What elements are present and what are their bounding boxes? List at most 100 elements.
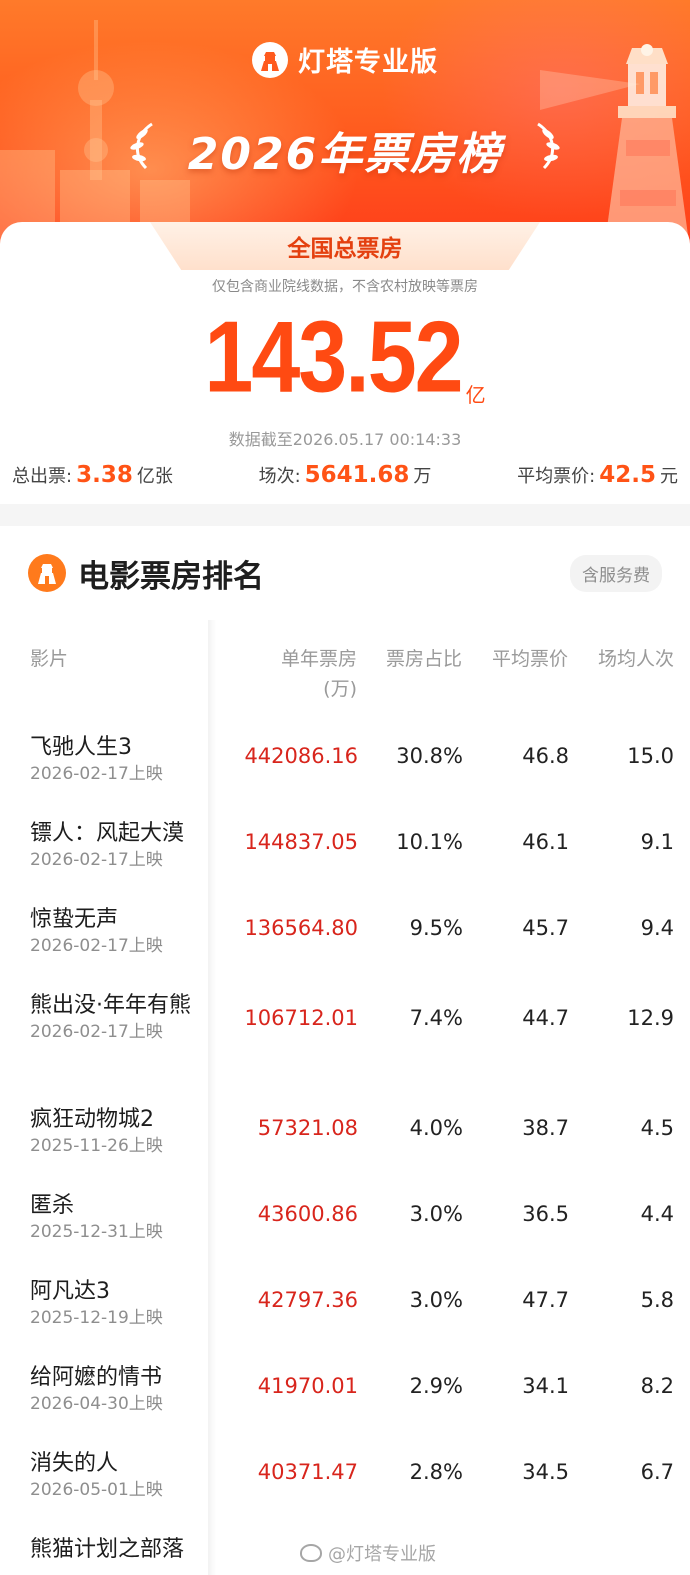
film-name: 疯狂动物城2 [30,1107,154,1132]
avg-price-value: 38.7 [522,1116,569,1140]
share-value: 4.0% [409,1116,463,1140]
table-row[interactable]: 给阿嬷的情书 2026-04-30上映 41970.01 2.9% 34.1 8… [0,1350,690,1436]
avg-price-value: 34.5 [522,1460,569,1484]
release-date: 2026-02-17上映 [30,1022,163,1042]
total-box-office-unit: 亿 [465,383,486,407]
summary-tab: 全国总票房 [150,222,540,270]
film-name: 阿凡达3 [30,1279,110,1304]
summary-tab-label: 全国总票房 [287,236,403,262]
release-date: 2026-04-30上映 [30,1394,163,1414]
table-row[interactable]: 惊蛰无声 2026-02-17上映 136564.80 9.5% 45.7 9.… [0,892,690,978]
column-header-gross-unit: (万) [323,678,357,700]
table-row[interactable]: 熊出没·年年有熊 2026-02-17上映 106712.01 7.4% 44.… [0,978,690,1092]
total-box-office: 143.52 亿 [0,304,690,410]
stat-avg-price-unit: 元 [660,466,678,487]
ranking-header: 电影票房排名 含服务费 [28,546,662,600]
release-date: 2026-02-17上映 [30,936,163,956]
lighthouse-logo-icon [252,41,288,78]
data-timestamp: 数据截至2026.05.17 00:14:33 [228,430,462,449]
avg-attendance-value: 9.4 [640,916,674,940]
column-header-avg-price[interactable]: 平均票价 [492,644,568,671]
gross-value: 42797.36 [257,1288,358,1312]
avg-attendance-value: 9.1 [640,830,674,854]
column-header-share[interactable]: 票房占比 [386,644,462,671]
share-value: 3.0% [409,1202,463,1226]
table-row[interactable]: 匿杀 2025-12-31上映 43600.86 3.0% 36.5 4.4 [0,1178,690,1264]
film-cell: 熊出没·年年有熊 2026-02-17上映 [30,992,210,1044]
table-header: 影片 单年票房 (万) 票房占比 平均票价 场均人次 [0,640,690,700]
avg-price-value: 36.5 [522,1202,569,1226]
release-date: 2025-11-26上映 [30,1136,163,1156]
share-value: 7.4% [409,1006,463,1030]
stat-avg-price-label: 平均票价: [517,466,596,487]
film-name: 给阿嬷的情书 [30,1365,163,1390]
data-scope-note: 仅包含商业院线数据，不含农村放映等票房 [212,279,478,295]
gross-value: 144837.05 [244,830,358,854]
share-value: 2.8% [409,1460,463,1484]
avg-price-value: 45.7 [522,916,569,940]
brand: 灯塔专业版 [0,40,690,79]
watermark: @灯塔专业版 [300,1540,436,1566]
avg-attendance-value: 5.8 [640,1288,674,1312]
release-date: 2026-02-17上映 [30,850,163,870]
film-name: 飞驰人生3 [30,735,132,760]
stat-tickets-value: 3.38 [76,462,133,488]
avg-attendance-value: 4.4 [640,1202,674,1226]
ranking-title: 电影票房排名 [78,558,264,595]
service-fee-toggle[interactable]: 含服务费 [570,554,662,592]
gross-value: 40371.47 [257,1460,358,1484]
film-cell: 惊蛰无声 2026-02-17上映 [30,906,210,958]
avg-attendance-value: 12.9 [627,1006,674,1030]
stat-avg-price-value: 42.5 [599,462,656,488]
avg-price-value: 46.1 [522,830,569,854]
film-cell: 阿凡达3 2025-12-19上映 [30,1278,210,1330]
table-row[interactable]: 镖人：风起大漠 2026-02-17上映 144837.05 10.1% 46.… [0,806,690,892]
gross-value: 57321.08 [257,1116,358,1140]
film-cell: 消失的人 2026-05-01上映 [30,1450,210,1502]
table-row[interactable]: 消失的人 2026-05-01上映 40371.47 2.8% 34.5 6.7 [0,1436,690,1522]
section-divider [0,504,690,526]
film-name: 匿杀 [30,1193,75,1218]
weibo-icon [300,1544,322,1562]
avg-price-value: 44.7 [522,1006,569,1030]
box-office-summary-card: 全国总票房 仅包含商业院线数据，不含农村放映等票房 143.52 亿 数据截至2… [0,222,690,504]
header-banner: 灯塔专业版 2026年票房榜 [0,0,690,250]
table-row[interactable]: 疯狂动物城2 2025-11-26上映 57321.08 4.0% 38.7 4… [0,1092,690,1178]
share-value: 2.9% [409,1374,463,1398]
film-name: 惊蛰无声 [30,907,119,932]
gross-value: 41970.01 [257,1374,358,1398]
avg-attendance-value: 6.7 [640,1460,674,1484]
stat-shows-unit: 万 [413,466,432,487]
film-name: 熊出没·年年有熊 [30,993,191,1018]
page-title: 2026年票房榜 [187,129,503,180]
brand-name: 灯塔专业版 [298,47,438,78]
column-header-gross[interactable]: 单年票房 (万) [281,644,357,704]
avg-price-value: 34.1 [522,1374,569,1398]
stat-tickets-unit: 亿张 [136,466,173,487]
table-row[interactable]: 阿凡达3 2025-12-19上映 42797.36 3.0% 47.7 5.8 [0,1264,690,1350]
laurel-right-icon [537,122,560,170]
avg-attendance-value: 15.0 [627,744,674,768]
share-value: 30.8% [396,744,463,768]
avg-price-value: 47.7 [522,1288,569,1312]
stat-tickets-label: 总出票: [12,466,73,487]
avg-attendance-value: 8.2 [640,1374,674,1398]
film-name: 消失的人 [30,1451,119,1476]
film-cell: 镖人：风起大漠 2026-02-17上映 [30,820,210,872]
film-cell: 熊猫计划之部落 [30,1536,210,1564]
column-header-film[interactable]: 影片 [30,644,68,671]
gross-value: 442086.16 [244,744,358,768]
stat-shows-value: 5641.68 [304,462,410,488]
stat-shows-label: 场次: [258,466,301,487]
table-row[interactable]: 飞驰人生3 2026-02-17上映 442086.16 30.8% 46.8 … [0,720,690,806]
stat-avg-price: 平均票价: 42.5 元 [517,462,678,488]
share-value: 10.1% [396,830,463,854]
watermark-text: @灯塔专业版 [328,1544,436,1565]
release-date: 2025-12-31上映 [30,1222,163,1242]
film-cell: 疯狂动物城2 2025-11-26上映 [30,1106,210,1158]
column-header-avg-attendance[interactable]: 场均人次 [598,644,674,671]
film-name: 熊猫计划之部落 [30,1537,185,1562]
column-header-gross-label: 单年票房 [280,648,357,670]
avg-price-value: 46.8 [522,744,569,768]
stat-shows: 场次: 5641.68 万 [259,462,432,488]
